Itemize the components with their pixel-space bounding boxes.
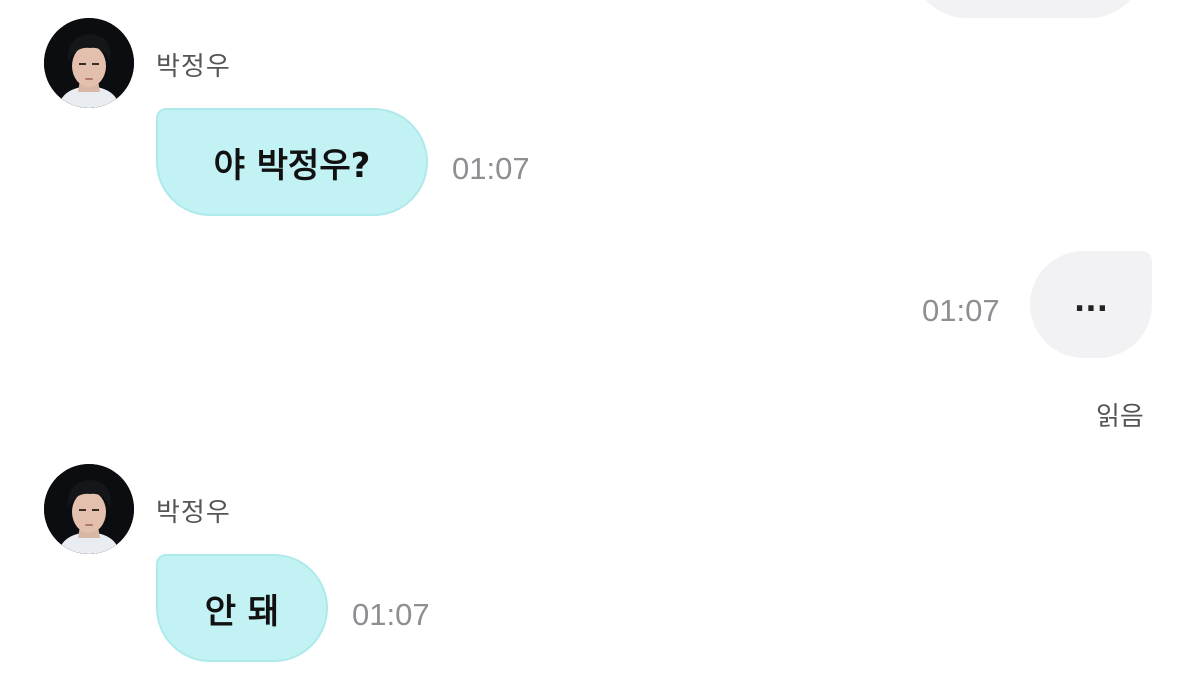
message-time: 01:07 [922,293,1000,328]
message-bubble-incoming[interactable]: 안 돼 [156,554,328,662]
message-bubble-outgoing[interactable]: ... [1030,251,1152,358]
message-text: 안 돼 [204,591,280,632]
message-text: 야 박정우? [213,145,371,186]
sender-name: 박정우 [156,52,231,82]
profile-photo [44,464,134,554]
previous-outgoing-bubble [912,0,1144,18]
profile-photo [44,18,134,108]
sender-avatar[interactable] [44,464,134,554]
sender-avatar[interactable] [44,18,134,108]
message-text: ... [1073,284,1109,319]
message-time: 01:07 [452,151,530,186]
message-bubble-incoming[interactable]: 야 박정우? [156,108,428,216]
sender-name: 박정우 [156,498,231,528]
read-status: 읽음 [1096,402,1144,432]
message-time: 01:07 [352,597,430,632]
